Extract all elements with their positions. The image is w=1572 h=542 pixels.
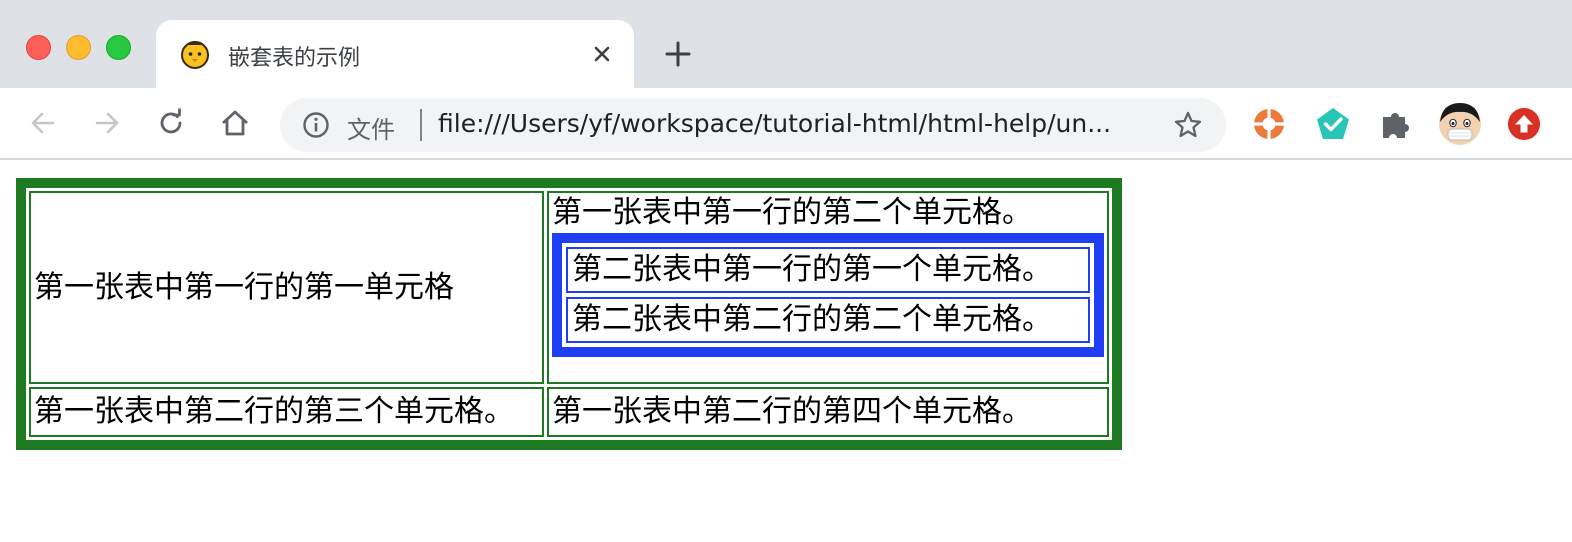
info-icon[interactable] (302, 111, 330, 139)
forward-arrow-icon[interactable] (90, 106, 124, 140)
scheme-label: 文件 (347, 116, 395, 144)
url-text[interactable]: file:///Users/yf/workspace/tutorial-html… (438, 109, 1111, 138)
outer-table-row: 第一张表中第二行的第三个单元格。 第一张表中第二行的第四个单元格。 (29, 387, 1109, 437)
close-icon[interactable] (588, 40, 616, 68)
avatar[interactable] (1438, 102, 1482, 146)
browser-toolbar: 文件 file:///Users/yf/workspace/tutorial-h… (0, 88, 1572, 160)
inner-table: 第二张表中第一行的第一个单元格。 第二张表中第二行的第二个单元格。 (552, 233, 1104, 357)
chick-icon (181, 41, 209, 69)
omnibox-divider (420, 109, 422, 141)
bookmark-star-icon[interactable] (1173, 110, 1203, 140)
outer-cell-r2c1: 第一张表中第二行的第三个单元格。 (29, 387, 544, 437)
pentagon-check-icon[interactable] (1315, 106, 1351, 142)
home-icon[interactable] (218, 106, 252, 140)
puzzle-icon[interactable] (1378, 106, 1414, 142)
lifebuoy-icon[interactable] (1251, 106, 1287, 142)
inner-table-row: 第二张表中第二行的第二个单元格。 (566, 297, 1090, 343)
inner-cell-r2: 第二张表中第二行的第二个单元格。 (566, 297, 1090, 343)
page-viewport: 第一张表中第一行的第一单元格 第一张表中第一行的第二个单元格。 第二张表中第一行… (0, 160, 1572, 542)
outer-table-row: 第一张表中第一行的第一单元格 第一张表中第一行的第二个单元格。 第二张表中第一行… (29, 191, 1109, 385)
outer-cell-r1c2-text: 第一张表中第一行的第二个单元格。 (552, 195, 1032, 230)
upload-arrow-icon[interactable] (1506, 106, 1542, 142)
inner-cell-r1: 第二张表中第一行的第一个单元格。 (566, 247, 1090, 293)
outer-cell-r1c2: 第一张表中第一行的第二个单元格。 第二张表中第一行的第一个单元格。 第二张表中第… (547, 191, 1109, 385)
outer-cell-r2c2: 第一张表中第二行的第四个单元格。 (547, 387, 1109, 437)
title-bar: 嵌套表的示例 (0, 0, 1572, 88)
tab-active[interactable]: 嵌套表的示例 (156, 20, 634, 88)
address-bar[interactable]: 文件 file:///Users/yf/workspace/tutorial-h… (280, 98, 1226, 152)
window-maximize-button[interactable] (106, 35, 131, 60)
outer-cell-r1c1: 第一张表中第一行的第一单元格 (29, 191, 544, 385)
back-arrow-icon[interactable] (26, 106, 60, 140)
window-minimize-button[interactable] (66, 35, 91, 60)
outer-table: 第一张表中第一行的第一单元格 第一张表中第一行的第二个单元格。 第二张表中第一行… (16, 178, 1122, 450)
window-close-button[interactable] (26, 35, 51, 60)
new-tab-icon[interactable] (662, 38, 694, 70)
reload-icon[interactable] (154, 106, 188, 140)
inner-table-row: 第二张表中第一行的第一个单元格。 (566, 247, 1090, 293)
tab-title: 嵌套表的示例 (228, 46, 361, 71)
